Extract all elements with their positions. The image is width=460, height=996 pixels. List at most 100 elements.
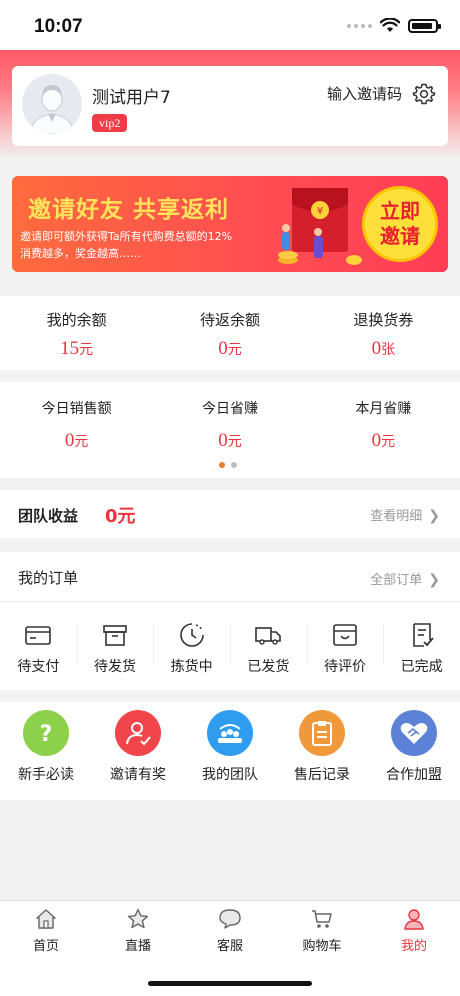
invite-now-label: 立即 [380,199,420,223]
status-icons [347,18,441,33]
stat-label: 待返余额 [199,311,260,329]
order-label: 待发货 [94,659,136,675]
month-savings-stat: 本月省赚 0元 [307,398,460,452]
stat-label: 我的余额 [46,311,107,329]
banner-description: 邀请即可额外获得Ta所有代购费总额的12% 消费越多，奖金越高…… [20,228,282,262]
team-income-value: 0元 [105,506,136,527]
banner-description-line: 邀请即可额外获得Ta所有代购费总额的12% [20,230,233,243]
invite-code-link[interactable]: 输入邀请码 [327,83,402,104]
sales-panel[interactable]: 今日销售额 0元 今日省赚 0元 本月省赚 0元 [0,382,460,478]
done-icon [412,623,434,647]
carousel-dot-active[interactable] [219,462,225,468]
stat-value: 0元 [371,430,396,451]
banner-title: 邀请好友 共享返利 [28,197,230,223]
svg-text:¥: ¥ [317,206,323,217]
avatar[interactable] [22,74,82,134]
user-icon [404,909,424,930]
avatar-placeholder-icon [22,74,82,134]
orders-panel: 我的订单 全部订单 ❯ 待支付 待发货 拣货中 已发货 待评价 已完成 [0,552,460,690]
home-icon [36,909,56,929]
team-icon [207,710,253,756]
cart-icon [312,910,332,928]
order-pending-payment[interactable]: 待支付 [0,602,77,690]
home-indicator-area [0,956,460,996]
service-label: 合作加盟 [386,767,442,783]
balance-stat[interactable]: 我的余额 15元 [0,309,153,360]
service-label: 邀请有奖 [110,767,166,783]
order-shipped[interactable]: 已发货 [230,602,307,690]
after-sales-records-button[interactable]: 售后记录 [276,702,368,800]
balance-panel: 我的余额 15元 待返余额 0元 退换货券 0张 [0,296,460,370]
stat-value: 0张 [371,338,396,359]
vip-badge: vip2 [92,114,128,132]
team-income-label: 团队收益 [18,507,79,525]
invite-reward-button[interactable]: 邀请有奖 [92,702,184,800]
review-icon [333,624,357,646]
orders-title: 我的订单 [18,569,79,587]
view-details-link[interactable]: 查看明细 ❯ [370,505,440,524]
stat-value: 0元 [64,430,89,451]
team-income-row[interactable]: 团队收益 0元 查看明细 ❯ [0,490,460,538]
today-sales-stat: 今日销售额 0元 [0,398,153,452]
order-pending-shipment[interactable]: 待发货 [76,602,154,690]
username: 测试用户7 [92,88,171,108]
order-picking[interactable]: 拣货中 [153,602,230,690]
invite-now-button[interactable]: 立即 邀请 [362,186,438,262]
invite-now-label: 邀请 [380,224,420,248]
stat-value: 0元 [218,338,242,359]
signal-icon [347,23,372,28]
tab-customer-service[interactable]: 客服 [184,901,276,956]
tab-bar: 首页 直播 客服 购物车 我的 [0,900,460,956]
service-label: 售后记录 [294,767,350,783]
tab-mine[interactable]: 我的 [368,901,460,956]
pending-balance-stat[interactable]: 待返余额 0元 [153,309,306,360]
tab-cart[interactable]: 购物车 [276,901,368,956]
service-label: 我的团队 [202,767,258,783]
order-completed[interactable]: 已完成 [383,602,460,690]
tab-label: 客服 [216,939,243,954]
svg-text:?: ? [40,722,53,746]
my-team-button[interactable]: 我的团队 [184,702,276,800]
stat-label: 今日销售额 [41,401,112,417]
stat-value: 15元 [60,338,94,359]
tab-label: 购物车 [302,939,342,954]
status-bar: 10:07 [0,0,460,50]
service-label: 新手必读 [18,767,74,783]
home-indicator[interactable] [148,981,312,986]
carousel-dots [219,462,237,468]
wifi-icon [380,18,400,32]
red-envelope-illustration: ¥ [278,188,362,265]
invite-user-icon [115,710,161,756]
beginner-guide-button[interactable]: ? 新手必读 [0,702,92,800]
order-label: 已完成 [400,659,443,675]
chevron-right-icon: ❯ [428,508,440,524]
partnership-button[interactable]: 合作加盟 [368,702,460,800]
tab-label: 我的 [400,939,427,954]
tab-live[interactable]: 直播 [92,901,184,956]
order-pending-review[interactable]: 待评价 [306,602,384,690]
tab-home[interactable]: 首页 [0,901,92,956]
star-icon [127,908,149,929]
box-icon [103,625,127,646]
return-voucher-stat[interactable]: 退换货券 0张 [307,309,460,360]
order-label: 待支付 [17,659,60,675]
order-label: 已发货 [247,659,290,675]
order-label: 拣货中 [170,659,213,675]
profile-card[interactable]: 测试用户7 vip2 输入邀请码 [12,66,448,146]
order-label: 待评价 [324,659,367,675]
stat-label: 退换货券 [353,311,414,329]
all-orders-link[interactable]: 全部订单 ❯ [370,569,440,588]
banner-description-line: 消费越多，奖金越高…… [20,247,141,260]
stat-value: 0元 [218,430,242,451]
chevron-right-icon: ❯ [428,572,440,588]
today-savings-stat: 今日省赚 0元 [153,398,306,452]
clipboard-icon [299,710,345,756]
gear-icon[interactable] [412,82,436,106]
invite-banner[interactable]: 邀请好友 共享返利 邀请即可额外获得Ta所有代购费总额的12% 消费越多，奖金越… [12,176,448,272]
question-icon: ? [23,710,69,756]
status-time: 10:07 [34,16,83,37]
stat-label: 今日省赚 [201,401,258,417]
carousel-dot[interactable] [231,462,237,468]
stat-label: 本月省赚 [355,401,412,417]
tab-label: 首页 [32,939,59,954]
